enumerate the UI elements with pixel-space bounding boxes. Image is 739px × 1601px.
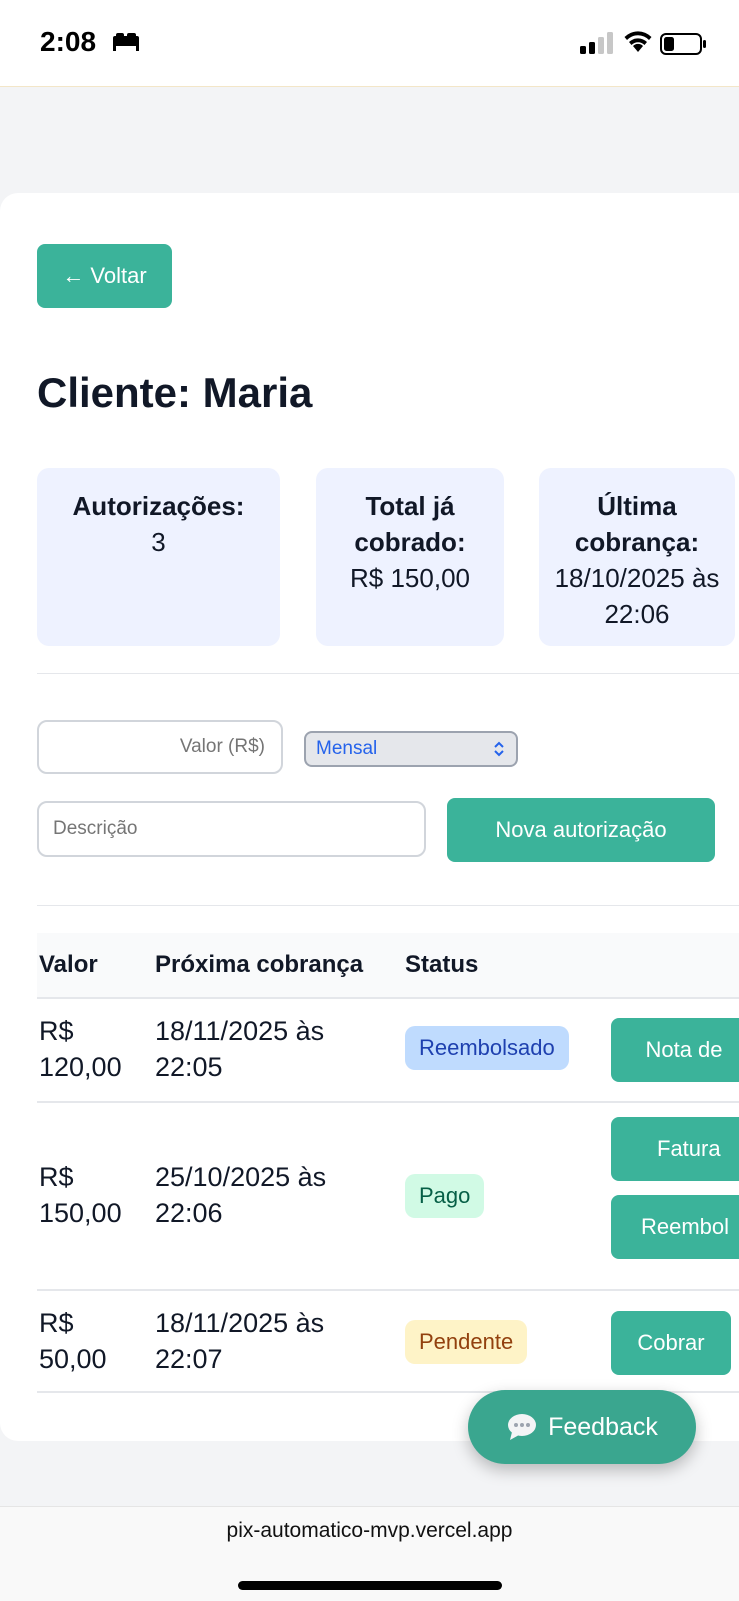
cell-proxima-cobranca: 18/11/2025 às 22:07 xyxy=(155,1308,325,1374)
status-badge: Pendente xyxy=(405,1320,528,1364)
cellular-signal-icon xyxy=(580,32,613,54)
browser-bottom-bar: pix-automatico-mvp.vercel.app xyxy=(0,1506,739,1601)
new-authorization-label: Nova autorização xyxy=(495,817,667,842)
bed-icon xyxy=(113,33,139,51)
table-header: Valor Próxima cobrança Status xyxy=(37,933,739,999)
feedback-label: Feedback xyxy=(548,1412,658,1441)
stat-card-total-charged: Total já cobrado: R$ 150,00 xyxy=(316,468,504,646)
page-title: Cliente: Maria xyxy=(37,369,313,416)
wifi-icon xyxy=(624,31,652,52)
stat-value: 3 xyxy=(151,527,166,557)
stat-label: Autorizações: xyxy=(72,491,245,521)
descricao-input[interactable] xyxy=(37,801,426,857)
status-badge: Reembolsado xyxy=(405,1026,569,1070)
cell-valor: R$ 50,00 xyxy=(39,1308,107,1374)
stat-value: 18/10/2025 às 22:06 xyxy=(554,563,720,629)
clock-time: 2:08 xyxy=(40,26,97,57)
column-header-proxima-cobranca: Próxima cobrança xyxy=(155,951,364,978)
column-header-valor: Valor xyxy=(39,951,98,978)
invoice-button[interactable]: Fatura xyxy=(611,1117,739,1181)
credit-note-button[interactable]: Nota de xyxy=(611,1018,739,1082)
status-bar: 2:08 xyxy=(0,0,739,87)
back-button[interactable]: ← Voltar xyxy=(37,244,172,308)
stat-label: Total já cobrado: xyxy=(354,491,466,557)
stat-card-authorizations: Autorizações: 3 xyxy=(37,468,280,646)
new-authorization-button[interactable]: Nova autorização xyxy=(447,798,715,862)
stat-card-last-charge: Última cobrança: 18/10/2025 às 22:06 xyxy=(539,468,735,646)
status-badge: Pago xyxy=(405,1174,485,1218)
table-row: R$ 120,00 18/11/2025 às 22:05 Reembolsad… xyxy=(37,999,739,1103)
cell-proxima-cobranca: 18/11/2025 às 22:05 xyxy=(155,1016,325,1082)
chat-bubble-icon xyxy=(508,1414,537,1440)
frequency-selected-value: Mensal xyxy=(316,738,378,759)
feedback-button[interactable]: Feedback xyxy=(468,1390,696,1464)
cell-valor: R$ 120,00 xyxy=(39,1016,122,1082)
divider xyxy=(37,905,739,906)
battery-icon xyxy=(660,33,706,55)
refund-button[interactable]: Reembol xyxy=(611,1195,739,1259)
back-button-label: ← Voltar xyxy=(62,263,147,288)
divider xyxy=(37,673,739,674)
column-header-status: Status xyxy=(405,951,479,978)
cell-proxima-cobranca: 25/10/2025 às 22:06 xyxy=(155,1162,327,1228)
table-row: R$ 150,00 25/10/2025 às 22:06 Pago Fatur… xyxy=(37,1103,739,1291)
stat-value: R$ 150,00 xyxy=(350,563,470,593)
charge-button[interactable]: Cobrar xyxy=(611,1311,731,1375)
cell-valor: R$ 150,00 xyxy=(39,1162,122,1228)
frequency-select[interactable]: Mensal xyxy=(304,731,518,767)
client-card: ← Voltar Cliente: Maria Autorizações: 3 … xyxy=(0,193,739,1441)
home-indicator[interactable] xyxy=(238,1581,502,1590)
valor-input[interactable] xyxy=(37,720,283,774)
stat-label: Última cobrança: xyxy=(574,491,700,557)
select-chevron-icon xyxy=(494,741,504,757)
url-bar[interactable]: pix-automatico-mvp.vercel.app xyxy=(0,1519,739,1543)
table-row: R$ 50,00 18/11/2025 às 22:07 Pendente Co… xyxy=(37,1291,739,1393)
